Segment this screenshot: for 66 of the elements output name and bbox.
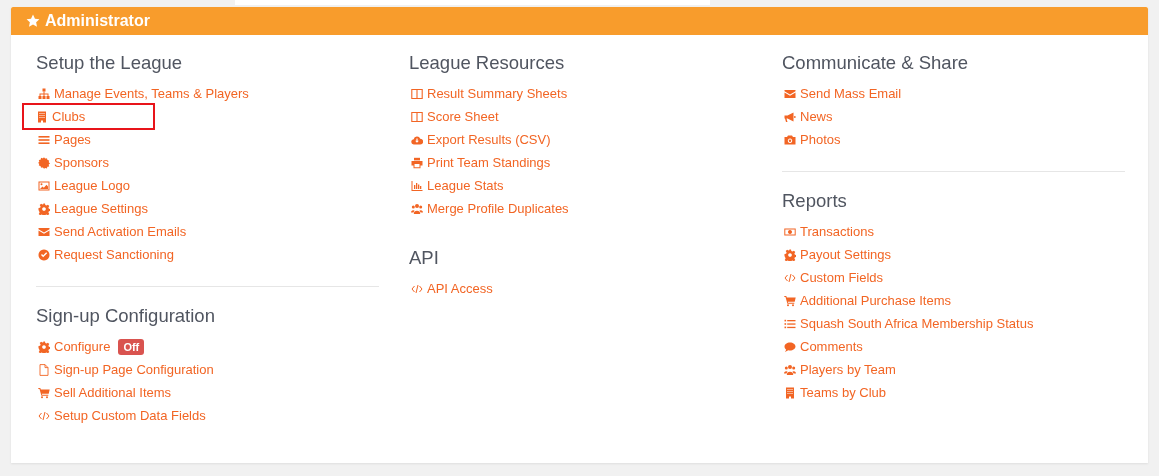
menu-icon (38, 133, 50, 146)
menu-link[interactable]: API Access (407, 278, 497, 299)
menu-link[interactable]: Payout Settings (780, 244, 896, 265)
menu-link[interactable]: Merge Profile Duplicates (407, 198, 573, 219)
menu-link[interactable]: Sponsors (34, 152, 113, 173)
building-icon (784, 386, 796, 399)
gear-icon (38, 202, 50, 215)
bar-chart-icon (411, 179, 423, 192)
megaphone-icon (784, 110, 796, 123)
camera-icon (784, 133, 796, 146)
menu-link[interactable]: Photos (780, 129, 845, 150)
menu-link[interactable]: Additional Purchase Items (780, 290, 956, 311)
columns-icon (411, 110, 423, 123)
cart-icon (38, 386, 50, 399)
menu-link[interactable]: Custom Fields (780, 267, 888, 288)
list-icon (784, 317, 796, 330)
menu-link[interactable]: Result Summary Sheets (407, 83, 572, 104)
section-heading: API (409, 247, 440, 269)
speech-bubble-icon (784, 340, 796, 353)
file-icon (38, 363, 50, 376)
panel-title: Administrator (45, 12, 150, 30)
star-icon (26, 14, 40, 28)
menu-link[interactable]: League Stats (407, 175, 508, 196)
image-icon (38, 179, 50, 192)
building-icon (36, 110, 48, 123)
envelope-icon (784, 87, 796, 100)
sitemap-icon (38, 87, 50, 100)
code-icon (38, 409, 50, 422)
menu-link[interactable]: League Settings (34, 198, 152, 219)
gear-icon (38, 340, 50, 353)
menu-link[interactable]: Send Mass Email (780, 83, 906, 104)
menu-link[interactable]: Teams by Club (780, 382, 890, 403)
users-icon (784, 363, 796, 376)
badge-icon (38, 156, 50, 169)
code-icon (784, 271, 796, 284)
menu-link[interactable]: Transactions (780, 221, 878, 242)
menu-link[interactable]: Sell Additional Items (34, 382, 176, 403)
gear-icon (784, 248, 796, 261)
menu-link[interactable]: Sign-up Page Configuration (34, 359, 218, 380)
menu-link[interactable]: Send Activation Emails (34, 221, 191, 242)
menu-link[interactable]: Print Team Standings (407, 152, 555, 173)
code-icon (411, 282, 423, 295)
menu-link[interactable]: Players by Team (780, 359, 900, 380)
menu-link[interactable]: Score Sheet (407, 106, 503, 127)
menu-link[interactable]: Configure (34, 336, 115, 357)
menu-link[interactable]: Request Sanctioning (34, 244, 178, 265)
menu-link[interactable]: Squash South Africa Membership Status (780, 313, 1038, 334)
menu-link[interactable]: News (780, 106, 837, 127)
menu-link[interactable]: Manage Events, Teams & Players (34, 83, 253, 104)
status-badge: Off (118, 338, 145, 355)
section-heading: League Resources (409, 52, 566, 74)
menu-link[interactable]: Comments (780, 336, 867, 357)
printer-icon (411, 156, 423, 169)
menu-link[interactable]: Pages (34, 129, 95, 150)
menu-link[interactable]: Setup Custom Data Fields (34, 405, 210, 426)
section-heading: Sign-up Configuration (36, 305, 216, 327)
envelope-icon (38, 225, 50, 238)
section-heading: Communicate & Share (782, 52, 970, 74)
columns-icon (411, 87, 423, 100)
users-icon (411, 202, 423, 215)
cart-icon (784, 294, 796, 307)
menu-link[interactable]: Export Results (CSV) (407, 129, 555, 150)
menu-link[interactable]: Clubs (22, 103, 156, 130)
section-heading: Reports (782, 190, 848, 212)
section-heading: Setup the League (36, 52, 184, 74)
menu-link[interactable]: League Logo (34, 175, 134, 196)
